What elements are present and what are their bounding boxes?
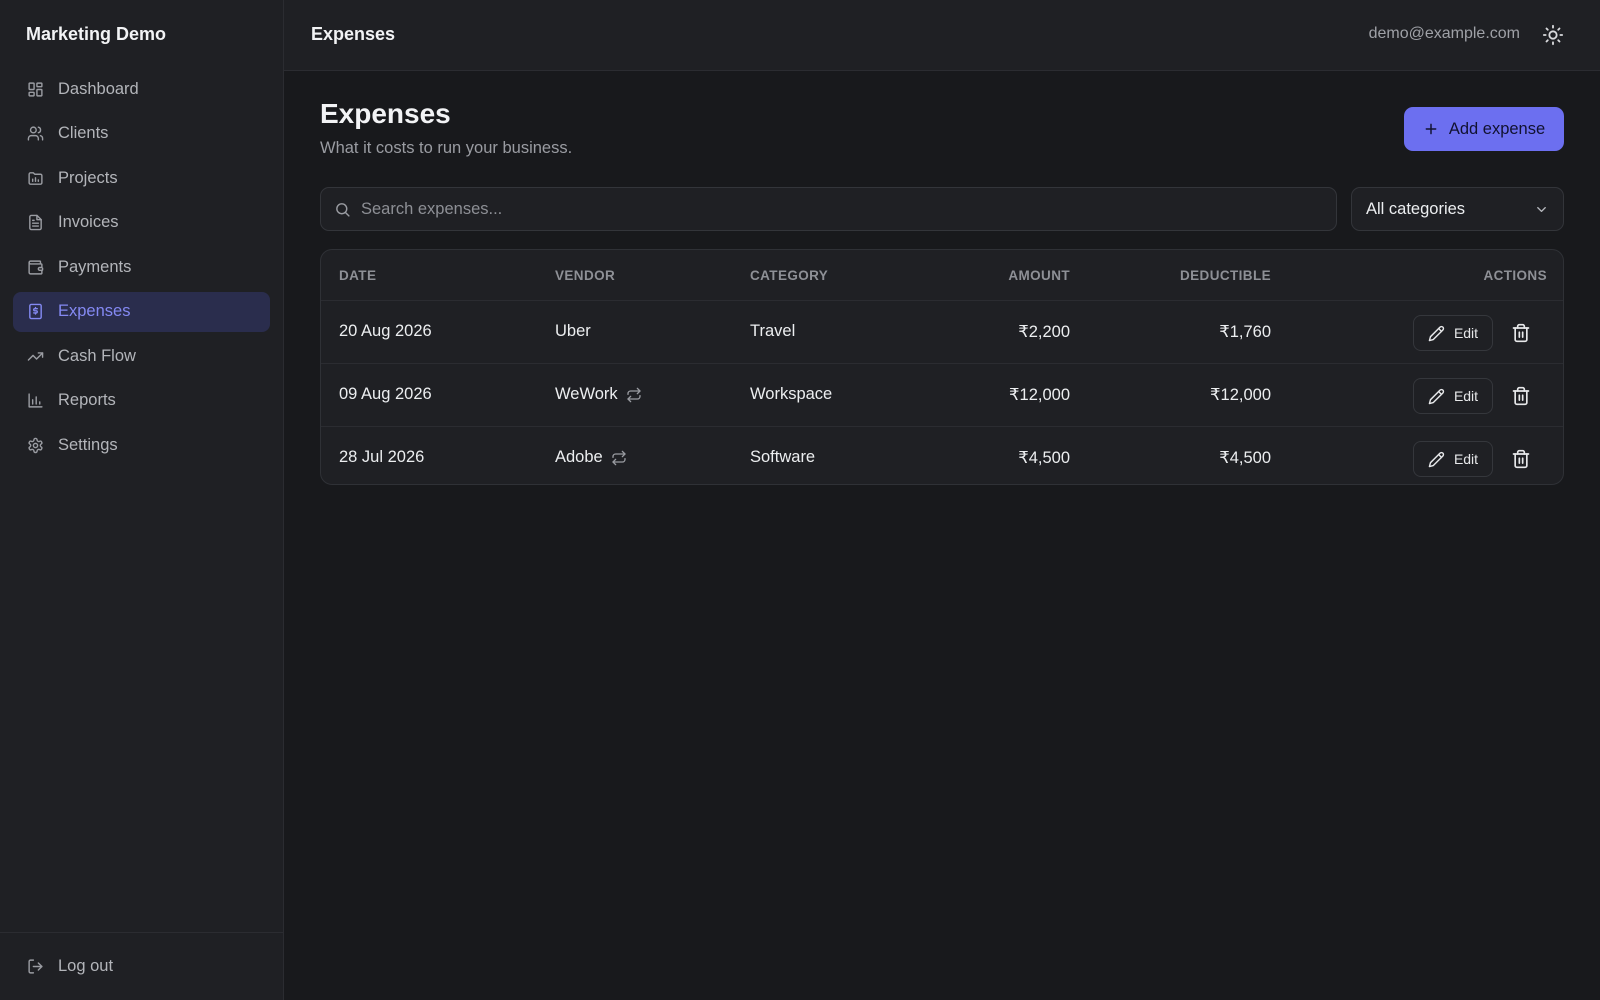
- edit-label: Edit: [1453, 388, 1479, 404]
- chevron-down-icon: [1534, 202, 1549, 217]
- sidebar-item-clients[interactable]: Clients: [13, 114, 270, 154]
- topbar: Expenses demo@example.com: [284, 0, 1600, 71]
- receipt-icon: [27, 303, 44, 320]
- search-input[interactable]: [361, 188, 1321, 230]
- cell-date: 28 Jul 2026: [339, 448, 425, 466]
- table-row: 20 Aug 2026 Uber Travel ₹2,200 ₹1,760 Ed…: [321, 300, 1563, 363]
- sidebar-nav: Dashboard Clients Projects Invoices Paym…: [13, 69, 270, 470]
- page-title: Expenses: [320, 98, 451, 129]
- cell-deductible: ₹4,500: [1219, 449, 1271, 467]
- sidebar-item-label: Dashboard: [58, 79, 139, 98]
- folder-icon: [27, 170, 44, 187]
- search-field: [320, 187, 1337, 231]
- file-text-icon: [27, 214, 44, 231]
- delete-button[interactable]: [1511, 323, 1531, 343]
- gear-icon: [27, 437, 44, 454]
- recurring-icon: [611, 450, 627, 466]
- cell-vendor: Uber: [555, 322, 591, 341]
- column-header-category[interactable]: CATEGORY: [750, 268, 828, 283]
- trash-icon: [1511, 386, 1531, 406]
- trending-up-icon: [27, 348, 44, 365]
- cell-amount: ₹2,200: [1018, 323, 1070, 341]
- sidebar-item-label: Payments: [58, 257, 132, 276]
- edit-button[interactable]: Edit: [1413, 315, 1493, 351]
- sidebar-item-label: Settings: [58, 435, 118, 454]
- logout-label: Log out: [58, 957, 114, 975]
- sidebar-item-payments[interactable]: Payments: [13, 247, 270, 287]
- sidebar-item-label: Clients: [58, 124, 109, 142]
- sidebar-item-label: Reports: [58, 391, 116, 409]
- vendor-name: WeWork: [555, 385, 618, 403]
- add-expense-button[interactable]: Add expense: [1404, 107, 1564, 151]
- edit-button[interactable]: Edit: [1413, 441, 1493, 477]
- sidebar-item-expenses[interactable]: Expenses: [13, 291, 270, 332]
- column-header-amount[interactable]: AMOUNT: [941, 268, 1070, 283]
- app-title: Marketing Demo: [26, 24, 167, 44]
- cell-date: 20 Aug 2026: [339, 322, 432, 340]
- recurring-icon: [626, 387, 642, 403]
- sidebar-item-projects[interactable]: Projects: [13, 158, 270, 198]
- pencil-icon: [1428, 325, 1445, 342]
- sidebar-item-invoices[interactable]: Invoices: [13, 203, 270, 243]
- table-header: DATE VENDOR CATEGORY AMOUNT DEDUCTIBLE A…: [321, 250, 1563, 300]
- vendor-name: Uber: [555, 322, 591, 340]
- sun-icon: [1542, 24, 1564, 46]
- logout-icon: [27, 958, 44, 975]
- wallet-icon: [27, 259, 44, 276]
- trash-icon: [1511, 323, 1531, 343]
- cell-date: 09 Aug 2026: [339, 385, 432, 403]
- sidebar-item-label: Projects: [58, 168, 118, 187]
- cell-deductible: ₹12,000: [1210, 386, 1271, 404]
- user-email: demo@example.com: [1368, 25, 1520, 42]
- users-icon: [27, 125, 44, 142]
- category-select-value: All categories: [1366, 199, 1466, 218]
- logout-button[interactable]: Log out: [27, 957, 113, 976]
- delete-button[interactable]: [1511, 386, 1531, 406]
- trash-icon: [1511, 449, 1531, 469]
- dashboard-icon: [27, 81, 44, 98]
- pencil-icon: [1428, 451, 1445, 468]
- plus-icon: [1423, 121, 1439, 137]
- page-subtitle: What it costs to run your business.: [320, 139, 573, 157]
- cell-amount: ₹4,500: [1018, 449, 1070, 467]
- sidebar-item-label: Expenses: [58, 302, 131, 320]
- column-header-vendor[interactable]: VENDOR: [555, 268, 615, 283]
- category-select[interactable]: All categories: [1351, 187, 1564, 231]
- sidebar-item-dashboard[interactable]: Dashboard: [13, 69, 270, 109]
- topbar-title: Expenses: [311, 24, 396, 44]
- cell-category: Software: [750, 448, 816, 466]
- table-row: 09 Aug 2026 WeWork Workspace ₹12,000 ₹12…: [321, 363, 1563, 426]
- cell-vendor: Adobe: [555, 448, 627, 467]
- add-expense-label: Add expense: [1448, 119, 1546, 138]
- delete-button[interactable]: [1511, 449, 1531, 469]
- sidebar: Marketing Demo Dashboard Clients Project…: [0, 0, 284, 1000]
- edit-label: Edit: [1453, 451, 1479, 467]
- sidebar-item-settings[interactable]: Settings: [13, 425, 270, 465]
- cell-category: Workspace: [750, 385, 833, 403]
- sidebar-item-label: Invoices: [58, 213, 119, 231]
- sidebar-item-cash-flow[interactable]: Cash Flow: [13, 336, 270, 376]
- bar-chart-icon: [27, 392, 44, 409]
- column-header-deductible[interactable]: DEDUCTIBLE: [1121, 268, 1271, 283]
- cell-vendor: WeWork: [555, 385, 642, 404]
- edit-label: Edit: [1453, 325, 1479, 341]
- pencil-icon: [1428, 388, 1445, 405]
- table-row: 28 Jul 2026 Adobe Software ₹4,500 ₹4,500…: [321, 426, 1563, 484]
- cell-amount: ₹12,000: [1009, 386, 1070, 404]
- column-header-date[interactable]: DATE: [339, 268, 376, 283]
- sidebar-item-reports[interactable]: Reports: [13, 381, 270, 421]
- cell-deductible: ₹1,760: [1219, 323, 1271, 341]
- search-icon: [334, 201, 351, 218]
- expenses-table: DATE VENDOR CATEGORY AMOUNT DEDUCTIBLE A…: [320, 249, 1564, 485]
- edit-button[interactable]: Edit: [1413, 378, 1493, 414]
- sidebar-item-label: Cash Flow: [58, 346, 136, 365]
- theme-toggle-button[interactable]: [1542, 24, 1564, 46]
- sidebar-footer: Log out: [0, 932, 284, 1000]
- cell-category: Travel: [750, 322, 796, 340]
- vendor-name: Adobe: [555, 448, 603, 466]
- column-header-actions: ACTIONS: [1483, 268, 1547, 283]
